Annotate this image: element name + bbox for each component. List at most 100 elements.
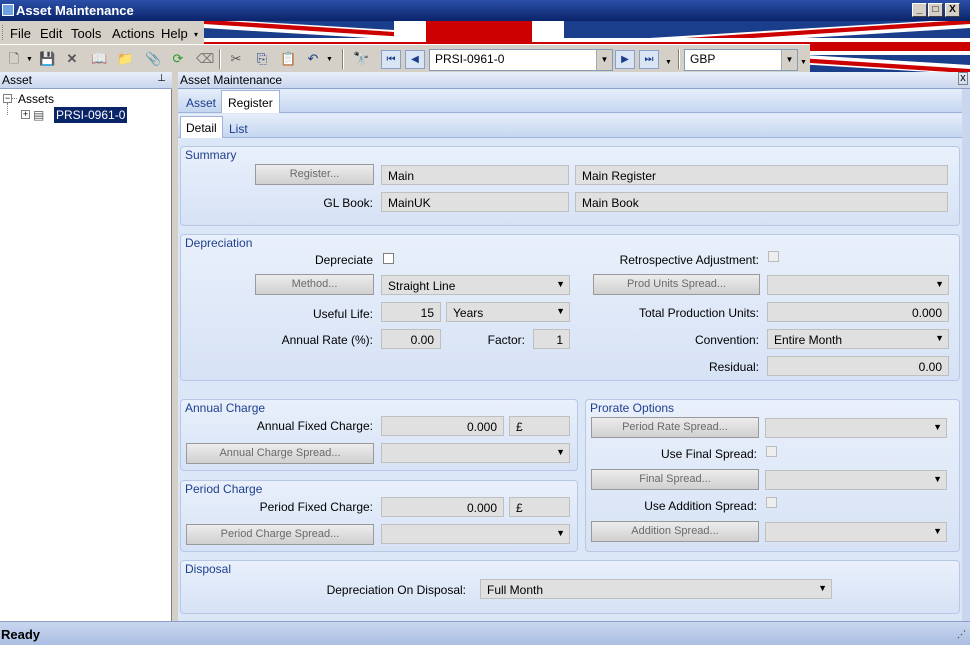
undo-dropdown-icon[interactable]: ▼ [326, 56, 333, 63]
depreciate-checkbox[interactable] [383, 253, 394, 264]
retrospective-adjustment-checkbox[interactable] [768, 251, 779, 262]
method-button[interactable]: Method... [255, 274, 374, 295]
maximize-button[interactable]: □ [928, 3, 943, 17]
pin-icon[interactable]: ⊥ [157, 73, 166, 84]
tree-line [7, 103, 8, 115]
period-rate-spread-select[interactable]: ▼ [765, 418, 947, 438]
period-rate-spread-button[interactable]: Period Rate Spread... [591, 417, 759, 438]
register-button[interactable]: Register... [255, 164, 374, 185]
chevron-down-icon[interactable]: ▼ [556, 279, 565, 289]
chevron-down-icon[interactable]: ▼ [596, 50, 612, 70]
tab-detail[interactable]: Detail [180, 116, 223, 138]
toolbar-overflow-icon[interactable]: ▼ [665, 59, 672, 66]
vertical-scrollbar[interactable] [962, 89, 970, 621]
book-icon[interactable]: 📖 [91, 51, 107, 67]
use-addition-spread-checkbox[interactable] [766, 497, 777, 508]
delete-icon[interactable]: ✕ [64, 51, 80, 67]
expand-icon[interactable]: + [21, 110, 30, 119]
asset-panel-title: Asset [2, 73, 33, 87]
residual-field[interactable]: 0.00 [767, 356, 949, 376]
period-charge-spread-button[interactable]: Period Charge Spread... [186, 524, 374, 545]
period-charge-currency-field[interactable]: £ [509, 497, 570, 517]
last-record-button[interactable]: ⏭ [639, 50, 659, 69]
convention-label: Convention: [694, 333, 759, 347]
addition-spread-select[interactable]: ▼ [765, 522, 947, 542]
menu-overflow-icon[interactable]: ▾ [194, 30, 198, 39]
gl-book-name-field[interactable]: Main Book [575, 192, 948, 212]
gl-book-code-field[interactable]: MainUK [381, 192, 569, 212]
tree-node-asset[interactable]: PRSI-0961-0 [54, 107, 128, 123]
attach-icon[interactable]: 📎 [145, 51, 161, 67]
cut-icon[interactable]: ✂ [228, 51, 244, 67]
annual-charge-currency-field[interactable]: £ [509, 416, 570, 436]
paste-icon[interactable]: 📋 [280, 51, 296, 67]
new-dropdown-icon[interactable]: ▼ [26, 56, 33, 63]
asset-panel-header: Asset ⊥ [0, 72, 172, 89]
chevron-down-icon[interactable]: ▼ [933, 422, 942, 432]
chevron-down-icon[interactable]: ▼ [556, 528, 565, 538]
chevron-down-icon[interactable]: ▼ [556, 306, 565, 316]
refresh-icon[interactable]: ⟳ [170, 51, 186, 67]
new-icon[interactable]: 🗋 [6, 51, 22, 67]
resize-grip-icon[interactable]: ⋰ [957, 629, 966, 640]
currency-selector[interactable]: GBP ▼ [684, 49, 798, 71]
undo-icon[interactable]: ↶ [305, 51, 321, 67]
final-spread-button[interactable]: Final Spread... [591, 469, 759, 490]
annual-rate-field[interactable]: 0.00 [381, 329, 441, 349]
find-icon[interactable]: 🔭 [353, 51, 369, 67]
period-fixed-charge-label: Period Fixed Charge: [259, 500, 373, 514]
useful-life-unit-select[interactable]: Years ▼ [446, 302, 570, 322]
total-production-units-field[interactable]: 0.000 [767, 302, 949, 322]
main-tabs: Asset Register [178, 89, 962, 113]
eraser-icon[interactable]: ⌫ [196, 51, 214, 67]
record-selector[interactable]: PRSI-0961-0 ▼ [429, 49, 613, 71]
use-final-spread-checkbox[interactable] [766, 446, 777, 457]
annual-fixed-charge-field[interactable]: 0.000 [381, 416, 504, 436]
folder-icon[interactable]: 📁 [117, 51, 133, 67]
convention-select[interactable]: Entire Month ▼ [767, 329, 949, 349]
chevron-down-icon[interactable]: ▼ [935, 333, 944, 343]
tree-line [12, 98, 17, 99]
register-code-field[interactable]: Main [381, 165, 569, 185]
save-icon[interactable]: 💾 [39, 51, 55, 67]
tab-asset[interactable]: Asset [182, 94, 220, 112]
annual-charge-spread-button[interactable]: Annual Charge Spread... [186, 443, 374, 464]
toolbar-overflow-icon[interactable]: ▼ [800, 59, 807, 66]
period-fixed-charge-field[interactable]: 0.000 [381, 497, 504, 517]
chevron-down-icon[interactable]: ▼ [935, 279, 944, 289]
addition-spread-button[interactable]: Addition Spread... [591, 521, 759, 542]
prod-units-spread-select[interactable]: ▼ [767, 275, 949, 295]
depreciation-on-disposal-value: Full Month [487, 583, 544, 597]
record-selector-value: PRSI-0961-0 [435, 52, 505, 66]
menu-actions[interactable]: Actions [112, 26, 155, 41]
period-charge-spread-select[interactable]: ▼ [381, 524, 570, 544]
chevron-down-icon[interactable]: ▼ [933, 526, 942, 536]
collapse-icon[interactable]: − [3, 94, 12, 103]
close-button[interactable]: X [945, 3, 960, 17]
previous-record-button[interactable]: ◀ [405, 50, 425, 69]
factor-field[interactable]: 1 [533, 329, 570, 349]
menu-file[interactable]: File [10, 26, 31, 41]
menu-tools[interactable]: Tools [71, 26, 101, 41]
menu-edit[interactable]: Edit [40, 26, 62, 41]
chevron-down-icon[interactable]: ▼ [556, 447, 565, 457]
final-spread-select[interactable]: ▼ [765, 470, 947, 490]
depreciation-on-disposal-select[interactable]: Full Month ▼ [480, 579, 832, 599]
prod-units-spread-button[interactable]: Prod Units Spread... [593, 274, 760, 295]
first-record-button[interactable]: ⏮ [381, 50, 401, 69]
close-panel-icon[interactable]: x [958, 72, 968, 85]
copy-icon[interactable]: ⎘ [254, 51, 270, 67]
chevron-down-icon[interactable]: ▼ [781, 50, 797, 70]
chevron-down-icon[interactable]: ▼ [933, 474, 942, 484]
minimize-button[interactable]: _ [912, 3, 927, 17]
tree-root-assets[interactable]: Assets [18, 92, 54, 106]
useful-life-field[interactable]: 15 [381, 302, 441, 322]
menu-help[interactable]: Help [161, 26, 188, 41]
method-select[interactable]: Straight Line ▼ [381, 275, 570, 295]
annual-charge-spread-select[interactable]: ▼ [381, 443, 570, 463]
chevron-down-icon[interactable]: ▼ [818, 583, 827, 593]
next-record-button[interactable]: ▶ [615, 50, 635, 69]
tab-list[interactable]: List [225, 120, 252, 138]
register-name-field[interactable]: Main Register [575, 165, 948, 185]
tab-register[interactable]: Register [221, 90, 280, 113]
